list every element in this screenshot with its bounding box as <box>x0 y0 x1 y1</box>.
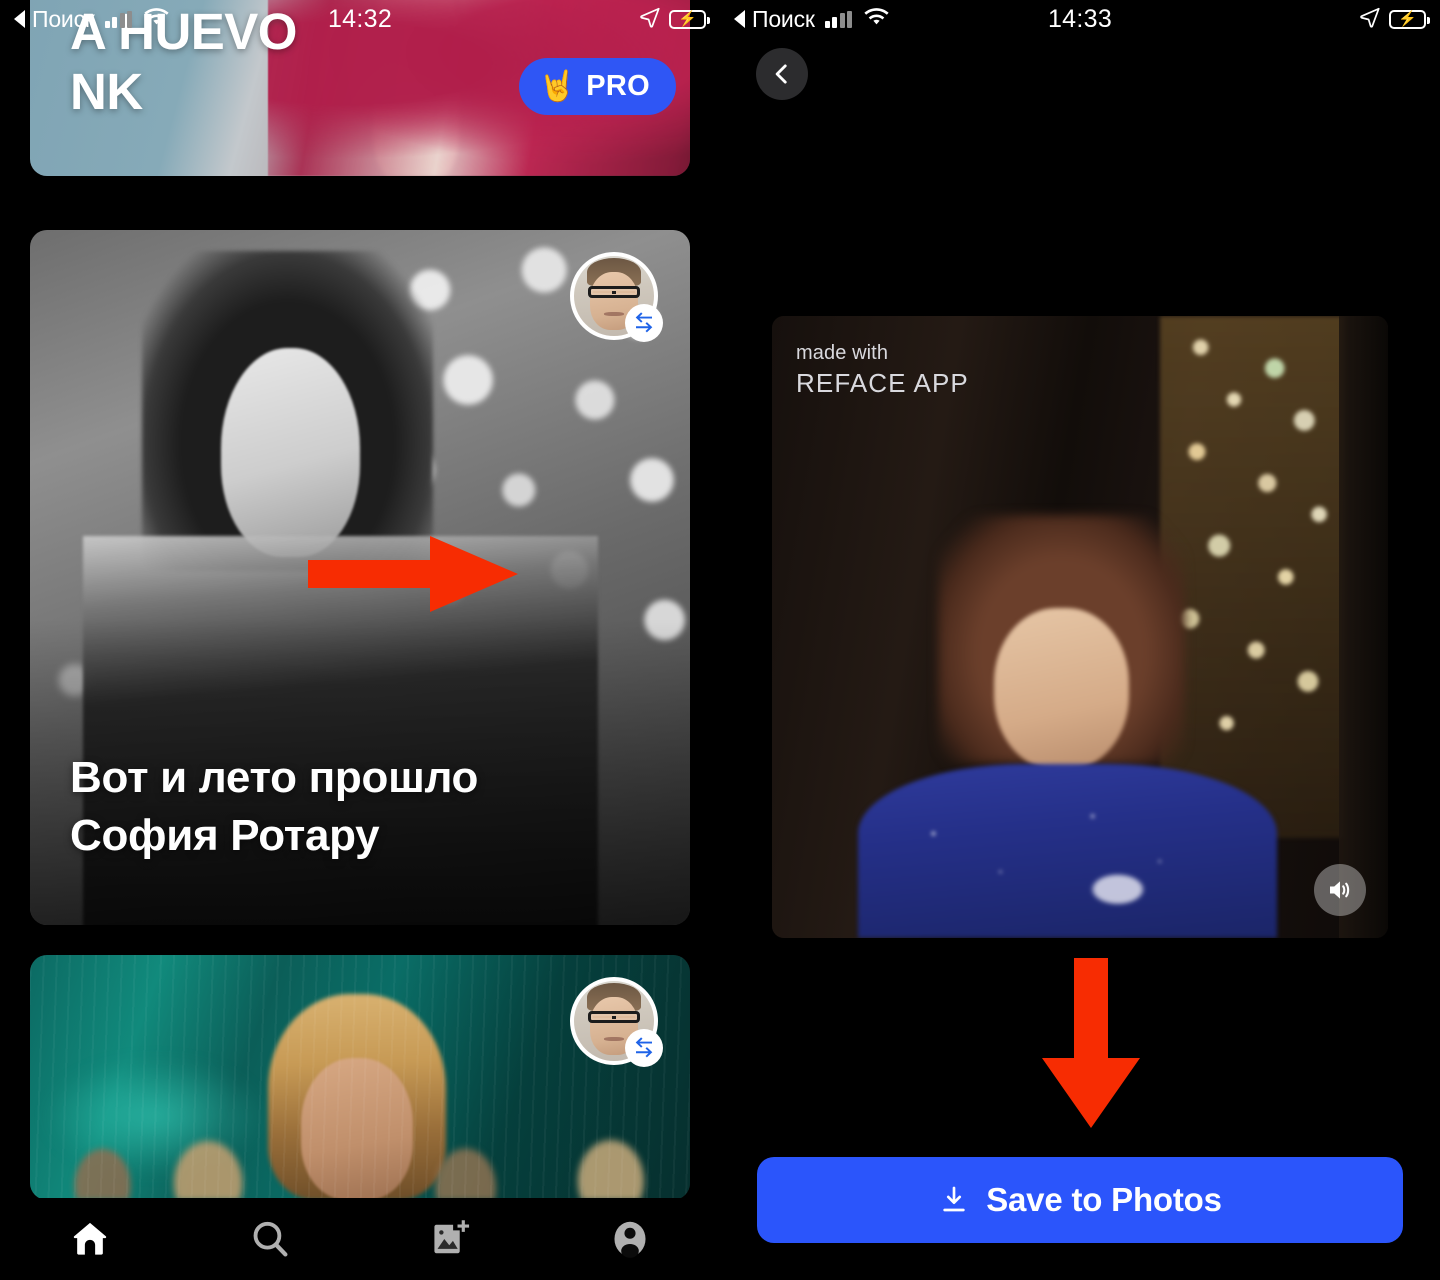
status-bar-left: Поиск 14:32 ⚡ <box>0 0 720 38</box>
tab-home[interactable] <box>0 1198 180 1280</box>
status-bar-right: Поиск 14:33 ⚡ <box>720 0 1440 38</box>
pro-button-label: PRO <box>586 70 650 102</box>
location-arrow-icon <box>1359 6 1381 33</box>
add-photo-icon <box>434 1220 470 1254</box>
result-video[interactable]: made with REFACE APP <box>772 316 1388 938</box>
status-time: 14:32 <box>327 4 393 33</box>
face-swap-avatar[interactable] <box>570 977 663 1067</box>
save-to-photos-label: Save to Photos <box>986 1181 1222 1218</box>
download-icon <box>943 1186 965 1212</box>
volume-on-icon[interactable] <box>1314 864 1366 916</box>
swap-arrows-icon[interactable] <box>625 1029 663 1067</box>
face-swap-avatar[interactable] <box>570 252 663 342</box>
right-phone-screen: made with REFACE APP Save to Photos Поис… <box>720 0 1440 1280</box>
annotation-arrow-right <box>308 534 518 619</box>
save-to-photos-button[interactable]: Save to Photos <box>757 1157 1403 1243</box>
chevron-left-icon <box>775 64 787 84</box>
home-icon <box>73 1222 107 1255</box>
swap-arrows-icon[interactable] <box>625 304 663 342</box>
location-arrow-icon <box>639 6 661 33</box>
watermark-made-with: made with <box>796 342 889 364</box>
bottom-tab-bar <box>0 1198 720 1280</box>
search-icon <box>253 1221 288 1257</box>
back-button[interactable] <box>756 48 808 100</box>
rock-hand-icon: 🤘 <box>538 69 577 103</box>
battery-charging-icon: ⚡ <box>1389 9 1430 29</box>
pro-button[interactable]: 🤘 PRO <box>518 58 676 115</box>
reface-watermark: made with REFACE APP <box>796 342 969 399</box>
profile-icon <box>614 1221 646 1258</box>
battery-charging-icon: ⚡ <box>669 9 710 29</box>
status-time: 14:33 <box>1047 4 1113 33</box>
watermark-app-name: REFACE APP <box>796 368 969 398</box>
tab-add-photo[interactable] <box>360 1198 540 1280</box>
left-phone-screen: A HUEVO NK Вот и лето прошло София Ротар… <box>0 0 720 1280</box>
feed-card-bottom[interactable] <box>30 955 690 1200</box>
tab-profile[interactable] <box>540 1198 720 1280</box>
feed-list: A HUEVO NK Вот и лето прошло София Ротар… <box>0 0 720 1280</box>
annotation-arrow-down <box>1040 958 1142 1133</box>
tab-search[interactable] <box>180 1198 360 1280</box>
card-mid-title: Вот и лето прошло София Ротару <box>70 752 479 860</box>
